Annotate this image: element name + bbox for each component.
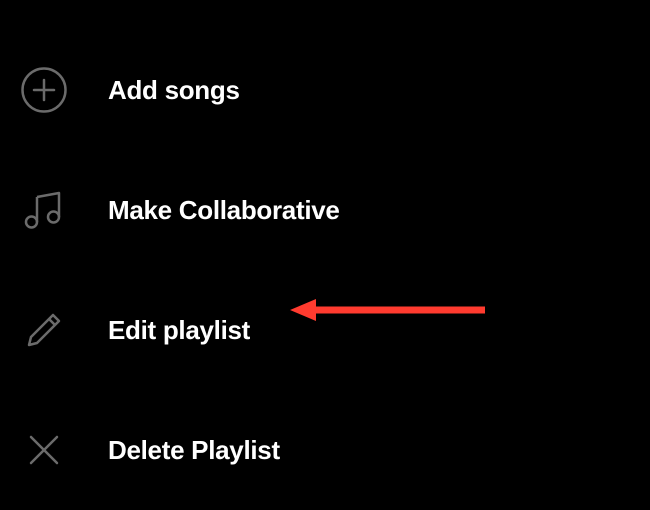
make-collaborative-item[interactable]: Make Collaborative [0,150,650,270]
music-note-icon [20,186,68,234]
playlist-options-menu: Add songs Make Collaborative Edit playli… [0,0,650,510]
x-icon [20,426,68,474]
menu-item-label: Make Collaborative [108,195,340,226]
plus-circle-icon [20,66,68,114]
menu-item-label: Edit playlist [108,315,250,346]
menu-item-label: Delete Playlist [108,435,280,466]
edit-playlist-item[interactable]: Edit playlist [0,270,650,390]
delete-playlist-item[interactable]: Delete Playlist [0,390,650,510]
pencil-icon [20,306,68,354]
add-songs-item[interactable]: Add songs [0,30,650,150]
menu-item-label: Add songs [108,75,240,106]
